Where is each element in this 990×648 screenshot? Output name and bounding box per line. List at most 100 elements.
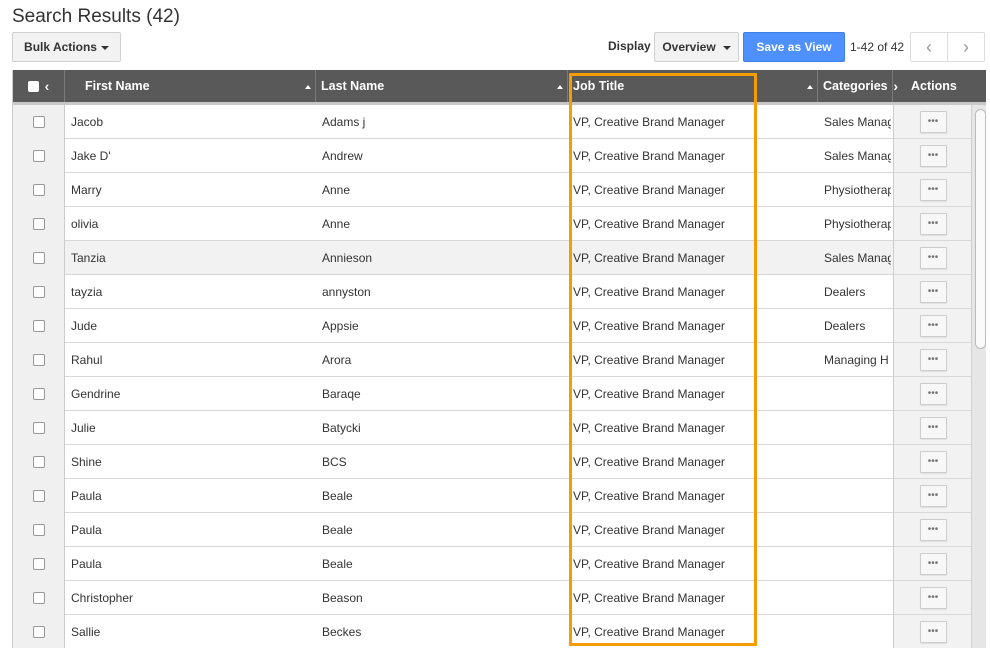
row-checkbox[interactable] xyxy=(32,626,45,638)
categories-cell: Dealers xyxy=(824,318,866,333)
last-name-cell: Beckes xyxy=(322,624,362,639)
last-name-cell: Annieson xyxy=(322,250,373,265)
more-options-icon: ••• xyxy=(927,558,939,569)
page-title: Search Results (42) xyxy=(12,6,180,27)
column-header-categories[interactable]: Categories › xyxy=(818,70,898,102)
row-checkbox[interactable] xyxy=(32,286,45,298)
row-select-cell xyxy=(13,547,65,581)
row-actions-button[interactable]: ••• xyxy=(919,178,947,201)
actions-cell: ••• xyxy=(894,547,972,581)
row-actions-button[interactable]: ••• xyxy=(919,212,947,235)
row-actions-button[interactable]: ••• xyxy=(919,348,947,371)
row-actions-button[interactable]: ••• xyxy=(919,586,947,609)
save-as-view-button[interactable]: Save as View xyxy=(743,32,845,62)
row-checkbox[interactable] xyxy=(32,422,45,434)
table-row[interactable]: Julie Batycki VP, Creative Brand Manager xyxy=(13,411,893,445)
first-name-cell: Jude xyxy=(71,318,98,333)
table-row[interactable]: Rahul Arora VP, Creative Brand Manager Mana… xyxy=(13,343,893,377)
row-actions-button[interactable]: ••• xyxy=(919,382,947,405)
categories-cell: Physiotherap xyxy=(824,182,891,197)
first-name-cell: olivia xyxy=(71,216,99,231)
table-row[interactable]: Paula Beale VP, Creative Brand Manager xyxy=(13,479,893,513)
row-checkbox[interactable] xyxy=(32,524,45,536)
row-select-cell xyxy=(13,479,65,513)
first-name-cell: Christopher xyxy=(71,590,134,605)
table-row[interactable]: Paula Beale VP, Creative Brand Manager xyxy=(13,547,893,581)
column-header-job-title[interactable]: Job Title xyxy=(568,70,818,102)
row-actions-button[interactable]: ••• xyxy=(919,552,947,575)
categories-cell: Sales Manag xyxy=(824,250,891,265)
row-actions-button[interactable]: ••• xyxy=(919,620,947,643)
more-options-icon: ••• xyxy=(927,422,939,433)
more-options-icon: ••• xyxy=(927,150,939,161)
row-actions-button[interactable]: ••• xyxy=(919,484,947,507)
table-row[interactable]: Christopher Beason VP, Creative Brand Mana… xyxy=(13,581,893,615)
table-row[interactable]: Shine BCS VP, Creative Brand Manager xyxy=(13,445,893,479)
row-checkbox[interactable] xyxy=(32,388,45,400)
actions-cell: ••• xyxy=(894,343,972,377)
actions-header-label: Actions xyxy=(911,79,957,93)
row-checkbox[interactable] xyxy=(32,456,45,468)
row-checkbox[interactable] xyxy=(32,490,45,502)
first-name-cell: tayzia xyxy=(71,284,103,299)
table-row[interactable]: Tanzia Annieson VP, Creative Brand Manager… xyxy=(13,241,893,275)
row-actions-button[interactable]: ••• xyxy=(919,518,947,541)
job-title-cell: VP, Creative Brand Manager xyxy=(573,386,725,401)
table-row[interactable]: Marry Anne VP, Creative Brand Manager Physi… xyxy=(13,173,893,207)
row-checkbox[interactable] xyxy=(32,218,45,230)
next-page-button[interactable]: › xyxy=(947,33,984,61)
actions-column: ••• ••• ••• ••• ••• ••• ••• ••• ••• ••• ••• ••• ••• •… xyxy=(893,105,972,648)
row-actions-button[interactable]: ••• xyxy=(919,110,947,133)
last-name-cell: Appsie xyxy=(322,318,359,333)
select-all-checkbox[interactable] xyxy=(27,80,39,92)
display-select[interactable]: Overview xyxy=(654,32,739,62)
column-header-last-name[interactable]: Last Name xyxy=(316,70,568,102)
actions-cell: ••• xyxy=(894,445,972,479)
bulk-actions-button[interactable]: Bulk Actions xyxy=(12,32,121,62)
scrollbar-thumb[interactable] xyxy=(975,109,986,349)
actions-cell: ••• xyxy=(894,479,972,513)
table-row[interactable]: Jude Appsie VP, Creative Brand Manager Deal… xyxy=(13,309,893,343)
row-checkbox[interactable] xyxy=(32,320,45,332)
prev-page-button[interactable]: ‹ xyxy=(911,33,947,61)
row-checkbox[interactable] xyxy=(32,252,45,264)
job-title-cell: VP, Creative Brand Manager xyxy=(573,420,725,435)
row-actions-button[interactable]: ••• xyxy=(919,416,947,439)
table-row[interactable]: Jake D' Andrew VP, Creative Brand Manager S… xyxy=(13,139,893,173)
first-name-cell: Tanzia xyxy=(71,250,106,265)
row-select-cell xyxy=(13,139,65,173)
categories-cell xyxy=(824,581,891,614)
row-actions-button[interactable]: ••• xyxy=(919,144,947,167)
row-actions-button[interactable]: ••• xyxy=(919,246,947,269)
job-title-cell: VP, Creative Brand Manager xyxy=(573,284,725,299)
job-title-cell: VP, Creative Brand Manager xyxy=(573,182,725,197)
table-row[interactable]: Jacob Adams j VP, Creative Brand Manager Sa… xyxy=(13,105,893,139)
row-select-cell xyxy=(13,513,65,547)
actions-cell: ••• xyxy=(894,581,972,615)
row-checkbox[interactable] xyxy=(32,354,45,366)
column-header-first-name[interactable]: First Name xyxy=(65,70,316,102)
row-checkbox[interactable] xyxy=(32,558,45,570)
row-checkbox[interactable] xyxy=(32,150,45,162)
table-row[interactable]: Paula Beale VP, Creative Brand Manager xyxy=(13,513,893,547)
chevron-left-icon: ‹ xyxy=(926,36,932,57)
categories-cell xyxy=(824,377,891,410)
row-checkbox[interactable] xyxy=(32,592,45,604)
scroll-columns-left-icon[interactable]: ‹ xyxy=(45,78,50,94)
vertical-scrollbar[interactable] xyxy=(971,105,986,648)
table-row[interactable]: tayzia annyston VP, Creative Brand Manager… xyxy=(13,275,893,309)
column-header-actions: Actions xyxy=(893,70,986,102)
row-checkbox[interactable] xyxy=(32,116,45,128)
row-select-cell xyxy=(13,343,65,377)
row-actions-button[interactable]: ••• xyxy=(919,314,947,337)
row-checkbox[interactable] xyxy=(32,184,45,196)
table-row[interactable]: Sallie Beckes VP, Creative Brand Manager xyxy=(13,615,893,648)
caret-down-icon xyxy=(100,45,109,50)
row-actions-button[interactable]: ••• xyxy=(919,280,947,303)
table-row[interactable]: olivia Anne VP, Creative Brand Manager Phys… xyxy=(13,207,893,241)
row-actions-button[interactable]: ••• xyxy=(919,450,947,473)
table-row[interactable]: Gendrine Baraqe VP, Creative Brand Manager xyxy=(13,377,893,411)
last-name-cell: Beale xyxy=(322,522,353,537)
actions-cell: ••• xyxy=(894,615,972,648)
categories-cell xyxy=(824,445,891,478)
